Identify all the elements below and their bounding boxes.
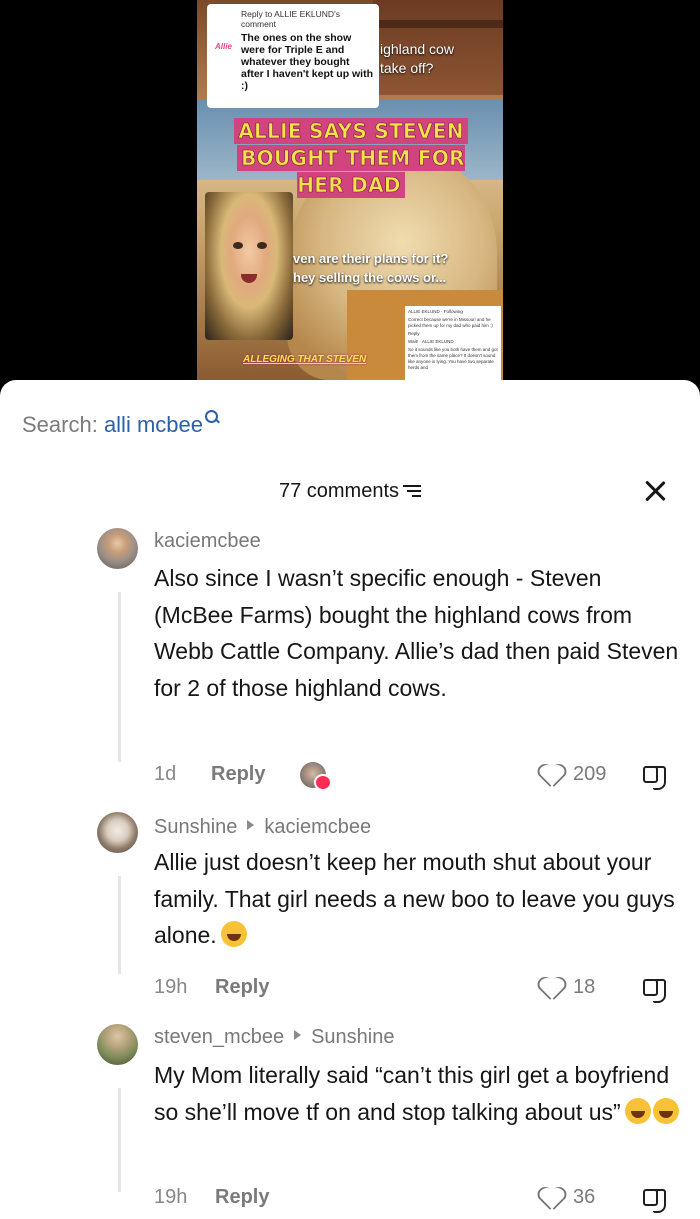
video-mini-comment-screenshot: ALLIE EKLUND · Following Correct because… bbox=[405, 306, 501, 382]
tears-of-joy-emoji-icon bbox=[624, 1097, 651, 1124]
avatar[interactable] bbox=[97, 812, 138, 853]
comments-sheet: Search: alli mcbee 77 comments kaciemcbe… bbox=[0, 380, 700, 1219]
mini-comment-line1: ALLIE EKLUND · Following bbox=[408, 309, 463, 314]
rofl-emoji-icon bbox=[220, 921, 247, 947]
tears-of-joy-emoji-icon bbox=[652, 1097, 679, 1124]
sort-filter-icon[interactable] bbox=[403, 484, 422, 498]
reply-to-username[interactable]: Sunshine bbox=[311, 1026, 394, 1048]
mini-comment-line3: Reply bbox=[408, 331, 420, 336]
username-text[interactable]: Sunshine bbox=[154, 816, 237, 838]
comment-meta: 19h Reply bbox=[154, 976, 269, 999]
video-caption-mid: ven are their plans for it? hey selling … bbox=[293, 249, 448, 287]
video-title-line2: BOUGHT THEM FOR HER DAD bbox=[237, 145, 465, 198]
comment-text: Also since I wasn’t specific enough - St… bbox=[154, 565, 679, 701]
dislike-icon[interactable] bbox=[641, 764, 666, 792]
video-caption-top-line2: take off? bbox=[380, 60, 434, 76]
comments-header: 77 comments bbox=[0, 480, 700, 503]
search-suggestion[interactable]: Search: alli mcbee bbox=[22, 410, 219, 438]
heart-icon[interactable] bbox=[539, 1188, 563, 1210]
comment-time: 19h bbox=[154, 1186, 188, 1208]
reply-button[interactable]: Reply bbox=[211, 763, 265, 786]
reply-arrow-icon bbox=[294, 1030, 302, 1040]
reply-card-header: Reply to ALLIE EKLUND's comment bbox=[241, 9, 340, 29]
thread-line bbox=[118, 1088, 121, 1192]
inset-eye-left bbox=[233, 242, 243, 249]
comment-username[interactable]: kaciemcbee bbox=[154, 530, 261, 553]
heart-icon[interactable] bbox=[539, 765, 563, 787]
like-count: 36 bbox=[573, 1186, 596, 1208]
like-button[interactable]: 209 bbox=[537, 763, 617, 791]
video-alleging-caption: ALLEGING THAT STEVEN bbox=[243, 354, 367, 365]
comment-username[interactable]: Sunshine kaciemcbee bbox=[154, 816, 371, 839]
video-caption-top: ighland cow take off? bbox=[380, 40, 454, 78]
close-icon[interactable] bbox=[642, 478, 668, 504]
thread-line bbox=[118, 592, 121, 762]
like-count: 209 bbox=[573, 763, 607, 785]
like-button[interactable]: 36 bbox=[537, 1186, 607, 1214]
reply-button[interactable]: Reply bbox=[215, 1186, 269, 1209]
comment-meta: 1d Reply bbox=[154, 763, 265, 786]
username-text[interactable]: steven_mcbee bbox=[154, 1026, 284, 1048]
comment-text: My Mom literally said “can’t this girl g… bbox=[154, 1057, 684, 1130]
heart-icon[interactable] bbox=[539, 978, 563, 1000]
creator-liked-avatar bbox=[300, 762, 332, 791]
reply-arrow-icon bbox=[247, 820, 255, 830]
tiktok-comments-screen: Reply to ALLIE EKLUND's comment Allie Th… bbox=[0, 0, 700, 1219]
like-button[interactable]: 18 bbox=[537, 976, 607, 1004]
inset-eye-right bbox=[257, 242, 267, 249]
comment-meta: 19h Reply bbox=[154, 1186, 269, 1209]
like-count: 18 bbox=[573, 976, 596, 998]
video-title-line1: ALLIE SAYS STEVEN bbox=[234, 118, 468, 144]
dislike-icon[interactable] bbox=[641, 977, 666, 1005]
video-caption-mid-line1: ven are their plans for it? bbox=[293, 251, 449, 266]
video-inset-photo bbox=[205, 192, 293, 340]
reply-button[interactable]: Reply bbox=[215, 976, 269, 999]
username-text[interactable]: kaciemcbee bbox=[154, 530, 261, 552]
inset-mouth bbox=[241, 274, 257, 283]
video-caption-top-line1: ighland cow bbox=[380, 41, 454, 57]
reply-to-username[interactable]: kaciemcbee bbox=[264, 816, 371, 838]
comment-time: 1d bbox=[154, 763, 177, 785]
reply-card-badge: Allie bbox=[215, 42, 232, 51]
dislike-icon[interactable] bbox=[641, 1187, 666, 1215]
mini-comment-line5: So it sounds like you both have them and… bbox=[408, 347, 498, 370]
comment-text-body: My Mom literally said “can’t this girl g… bbox=[154, 1062, 670, 1125]
mini-comment-line4: Wait! · ALLIE EKLUND bbox=[408, 339, 454, 344]
video-caption-mid-line2: hey selling the cows or... bbox=[293, 270, 447, 285]
search-icon[interactable] bbox=[204, 410, 219, 424]
avatar[interactable] bbox=[97, 1024, 138, 1065]
reply-card-text: The ones on the show were for Triple E a… bbox=[241, 32, 374, 92]
video-title-banner: ALLIE SAYS STEVEN BOUGHT THEM FOR HER DA… bbox=[226, 118, 476, 199]
reply-to-comment-card: Reply to ALLIE EKLUND's comment Allie Th… bbox=[207, 4, 379, 108]
mini-comment-line2: Correct because we're in Missouri and he… bbox=[408, 317, 493, 328]
search-query[interactable]: alli mcbee bbox=[104, 412, 203, 437]
avatar[interactable] bbox=[97, 528, 138, 569]
thread-line bbox=[118, 876, 121, 974]
comment-username[interactable]: steven_mcbee Sunshine bbox=[154, 1026, 394, 1049]
comment-count: 77 comments bbox=[278, 480, 400, 502]
search-label: Search: bbox=[22, 412, 104, 437]
comment-time: 19h bbox=[154, 976, 188, 998]
comment-text: Allie just doesn’t keep her mouth shut a… bbox=[154, 844, 684, 954]
